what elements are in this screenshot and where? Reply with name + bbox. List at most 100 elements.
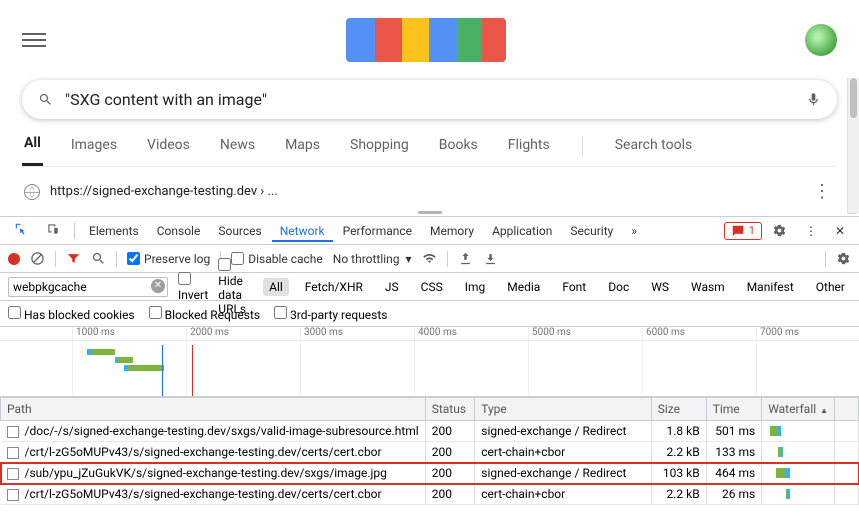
account-avatar[interactable] — [805, 24, 837, 56]
request-time: 133 ms — [706, 442, 762, 463]
tab-all[interactable]: All — [22, 135, 43, 166]
filter-type-media[interactable]: Media — [501, 278, 546, 296]
network-overview-timeline[interactable]: 1000 ms 2000 ms 3000 ms 4000 ms 5000 ms … — [0, 327, 859, 397]
col-status[interactable]: Status — [425, 398, 475, 421]
third-party-checkbox[interactable]: 3rd-party requests — [274, 306, 387, 322]
filter-type-wasm[interactable]: Wasm — [685, 278, 731, 296]
col-time[interactable]: Time — [706, 398, 762, 421]
search-bar[interactable] — [22, 80, 837, 119]
clear-filter-icon[interactable]: ✕ — [151, 279, 165, 293]
filter-input[interactable] — [8, 277, 168, 297]
request-type: cert-chain+cbor — [475, 484, 651, 505]
network-toolbar: Preserve log Disable cache No throttling… — [0, 245, 859, 273]
tab-news[interactable]: News — [218, 137, 257, 165]
result-overflow-menu[interactable]: ⋮ — [813, 181, 831, 202]
tick-label: 3000 ms — [304, 327, 343, 338]
table-row[interactable]: /crt/l-zG5oMUPv43/s/signed-exchange-test… — [1, 442, 859, 463]
filter-toggle-icon[interactable] — [66, 251, 81, 266]
panel-sources[interactable]: Sources — [210, 220, 269, 242]
filter-type-doc[interactable]: Doc — [602, 278, 635, 296]
tab-videos[interactable]: Videos — [145, 137, 192, 165]
page-scrollbar[interactable] — [847, 78, 859, 213]
filter-type-font[interactable]: Font — [556, 278, 592, 296]
record-button[interactable] — [8, 253, 20, 265]
preserve-log-checkbox[interactable]: Preserve log — [127, 252, 210, 266]
table-row[interactable]: /sub/ypu_jZuGukVK/s/signed-exchange-test… — [1, 463, 859, 484]
network-conditions-icon[interactable] — [422, 251, 437, 266]
filter-type-css[interactable]: CSS — [415, 278, 449, 296]
col-type[interactable]: Type — [475, 398, 651, 421]
tab-maps[interactable]: Maps — [283, 137, 322, 165]
request-time: 26 ms — [706, 484, 762, 505]
filter-type-js[interactable]: JS — [379, 278, 405, 296]
devtools-menu-icon[interactable]: ⋮ — [797, 220, 825, 242]
network-filter-row: ✕ Invert Hide data URLs All Fetch/XHR JS… — [0, 273, 859, 301]
filter-type-ws[interactable]: WS — [645, 278, 675, 296]
tab-flights[interactable]: Flights — [506, 137, 552, 165]
error-count-badge[interactable]: 1 — [724, 222, 762, 240]
tab-shopping[interactable]: Shopping — [348, 137, 411, 165]
request-path: /doc/-/s/signed-exchange-testing.dev/sxg… — [25, 424, 419, 438]
tick-label: 4000 ms — [418, 327, 457, 338]
devtools-drag-handle[interactable] — [22, 208, 837, 216]
filter-type-manifest[interactable]: Manifest — [741, 278, 800, 296]
more-panels-icon[interactable]: » — [623, 220, 645, 242]
panel-application[interactable]: Application — [484, 220, 560, 242]
filter-type-all[interactable]: All — [263, 278, 289, 296]
request-status: 200 — [425, 421, 475, 442]
devtools-panel-tabs: Elements Console Sources Network Perform… — [0, 217, 859, 245]
tick-label: 2000 ms — [190, 327, 229, 338]
col-size[interactable]: Size — [651, 398, 706, 421]
inspect-element-icon[interactable] — [6, 218, 36, 243]
request-size: 1.8 kB — [651, 421, 706, 442]
tick-label: 6000 ms — [646, 327, 685, 338]
row-checkbox[interactable] — [7, 426, 19, 438]
panel-performance[interactable]: Performance — [335, 220, 420, 242]
col-path[interactable]: Path — [1, 398, 426, 421]
import-har-icon[interactable] — [458, 251, 473, 266]
tick-label: 7000 ms — [760, 327, 799, 338]
table-row[interactable]: /doc/-/s/signed-exchange-testing.dev/sxg… — [1, 421, 859, 442]
request-size: 2.2 kB — [651, 484, 706, 505]
waterfall-bar — [768, 466, 828, 480]
settings-icon[interactable] — [764, 219, 795, 242]
panel-elements[interactable]: Elements — [81, 220, 147, 242]
close-devtools-icon[interactable]: ✕ — [827, 220, 853, 242]
request-size: 2.2 kB — [651, 442, 706, 463]
waterfall-bar — [768, 424, 828, 438]
panel-console[interactable]: Console — [149, 220, 209, 242]
hamburger-menu[interactable] — [22, 28, 46, 52]
invert-checkbox[interactable]: Invert — [178, 272, 208, 302]
request-status: 200 — [425, 484, 475, 505]
network-settings-icon[interactable] — [836, 251, 851, 266]
export-har-icon[interactable] — [483, 251, 498, 266]
filter-type-img[interactable]: Img — [459, 278, 492, 296]
panel-security[interactable]: Security — [562, 220, 621, 242]
tab-books[interactable]: Books — [437, 137, 480, 165]
filter-type-fetch[interactable]: Fetch/XHR — [299, 278, 369, 296]
google-doodle[interactable] — [346, 18, 506, 62]
request-time: 464 ms — [706, 463, 762, 484]
row-checkbox[interactable] — [7, 489, 19, 501]
search-input[interactable] — [65, 90, 806, 109]
table-row[interactable]: /crt/l-zG5oMUPv43/s/signed-exchange-test… — [1, 484, 859, 505]
device-toolbar-icon[interactable] — [38, 218, 68, 243]
filter-type-other[interactable]: Other — [810, 278, 851, 296]
request-status: 200 — [425, 463, 475, 484]
tab-images[interactable]: Images — [69, 137, 119, 165]
row-checkbox[interactable] — [7, 447, 19, 459]
throttling-select[interactable]: No throttling ▾ — [333, 252, 412, 266]
panel-network[interactable]: Network — [272, 220, 333, 242]
col-waterfall[interactable]: Waterfall — [762, 398, 835, 421]
row-checkbox[interactable] — [7, 468, 19, 480]
mic-icon[interactable] — [806, 92, 821, 107]
waterfall-bar — [768, 445, 828, 459]
panel-memory[interactable]: Memory — [422, 220, 482, 242]
clear-button[interactable] — [30, 251, 45, 266]
search-toggle-icon[interactable] — [91, 251, 106, 266]
search-tools[interactable]: Search tools — [613, 137, 695, 165]
blocked-cookies-checkbox[interactable]: Has blocked cookies — [8, 306, 135, 322]
col-end — [835, 398, 859, 421]
blocked-requests-checkbox[interactable]: Blocked Requests — [149, 306, 260, 322]
result-url[interactable]: https://signed-exchange-testing.dev › ..… — [50, 184, 278, 199]
